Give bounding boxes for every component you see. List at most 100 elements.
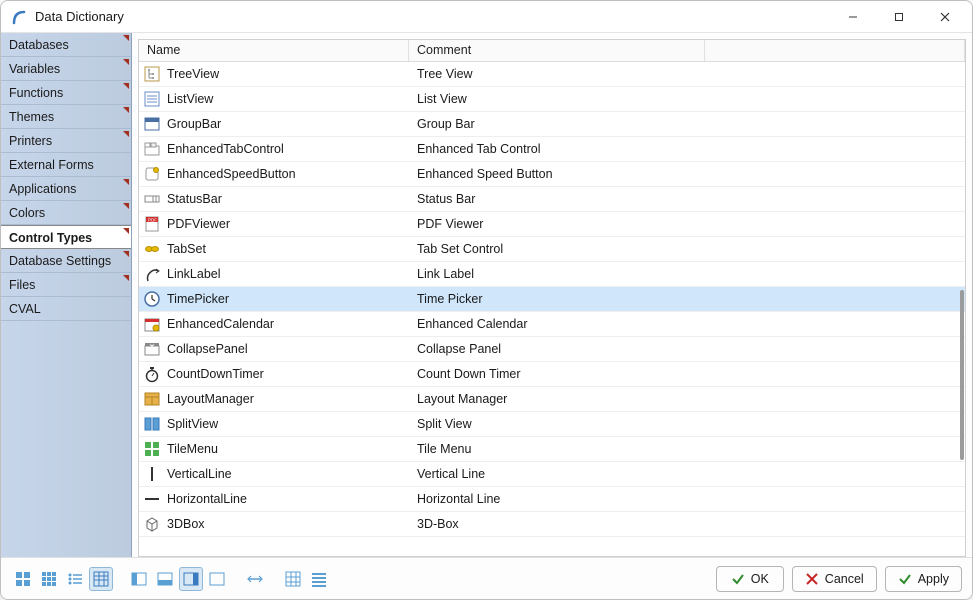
row-comment-label: Tab Set Control bbox=[417, 242, 503, 256]
grid: Name Comment TreeViewTree ViewListViewLi… bbox=[138, 39, 966, 557]
table-row[interactable]: ListView List View bbox=[139, 87, 965, 112]
table-row[interactable]: 3DBox3D-Box bbox=[139, 512, 965, 537]
svg-text:PDF: PDF bbox=[148, 218, 157, 223]
row-name-label: EnhancedTabControl bbox=[167, 142, 284, 156]
sidebar-item-cval[interactable]: CVAL bbox=[1, 297, 131, 321]
sidebar-item-label: Colors bbox=[9, 206, 45, 220]
row-comment-label: Time Picker bbox=[417, 292, 483, 306]
column-header-name[interactable]: Name bbox=[139, 40, 409, 61]
cell-name: ListView bbox=[139, 90, 409, 108]
sidebar-item-label: Files bbox=[9, 278, 35, 292]
expand-marker-icon bbox=[123, 179, 129, 185]
table-row[interactable]: GroupBarGroup Bar bbox=[139, 112, 965, 137]
table-row[interactable]: StatusBar Status Bar bbox=[139, 187, 965, 212]
cell-comment: Vertical Line bbox=[409, 467, 965, 481]
cell-name: StatusBar bbox=[139, 190, 409, 208]
cell-comment: Tab Set Control bbox=[409, 242, 965, 256]
sidebar-item-themes[interactable]: Themes bbox=[1, 105, 131, 129]
cell-comment: 3D-Box bbox=[409, 517, 965, 531]
sidebar-item-external-forms[interactable]: External Forms bbox=[1, 153, 131, 177]
minimize-button[interactable] bbox=[830, 2, 876, 32]
sidebar-item-label: CVAL bbox=[9, 302, 41, 316]
table-row[interactable]: SplitViewSplit View bbox=[139, 412, 965, 437]
maximize-button[interactable] bbox=[876, 2, 922, 32]
panel-left-button[interactable] bbox=[127, 567, 151, 591]
row-name-label: LinkLabel bbox=[167, 267, 221, 281]
row-comment-label: Link Label bbox=[417, 267, 474, 281]
table-row[interactable]: CollapsePanel Collapse Panel bbox=[139, 337, 965, 362]
table-row[interactable]: VerticalLineVertical Line bbox=[139, 462, 965, 487]
table-row[interactable]: LayoutManagerLayout Manager bbox=[139, 387, 965, 412]
rows-toggle-button[interactable] bbox=[307, 567, 331, 591]
column-header-empty[interactable] bbox=[705, 40, 965, 61]
cell-name: TabSet bbox=[139, 240, 409, 258]
view-details-button[interactable] bbox=[89, 567, 113, 591]
row-comment-label: Enhanced Tab Control bbox=[417, 142, 540, 156]
table-row[interactable]: PDFPDFViewerPDF Viewer bbox=[139, 212, 965, 237]
table-row[interactable]: EnhancedSpeedButton Enhanced Speed Button bbox=[139, 162, 965, 187]
ok-button[interactable]: OK bbox=[716, 566, 784, 592]
sidebar-item-applications[interactable]: Applications bbox=[1, 177, 131, 201]
row-comment-label: Split View bbox=[417, 417, 472, 431]
sidebar-item-colors[interactable]: Colors bbox=[1, 201, 131, 225]
sidebar-item-control-types[interactable]: Control Types bbox=[1, 225, 131, 249]
table-row[interactable]: TimePickerTime Picker bbox=[139, 287, 965, 312]
cell-name: PDFPDFViewer bbox=[139, 215, 409, 233]
expand-marker-icon bbox=[123, 228, 129, 234]
check-icon bbox=[898, 572, 912, 586]
row-comment-label: Count Down Timer bbox=[417, 367, 521, 381]
table-row[interactable]: EnhancedCalendarEnhanced Calendar bbox=[139, 312, 965, 337]
panel-bottom-button[interactable] bbox=[153, 567, 177, 591]
cell-comment: Tile Menu bbox=[409, 442, 965, 456]
panel-none-button[interactable] bbox=[205, 567, 229, 591]
cell-name: GroupBar bbox=[139, 115, 409, 133]
expand-marker-icon bbox=[123, 251, 129, 257]
panel-right-button[interactable] bbox=[179, 567, 203, 591]
cell-name: VerticalLine bbox=[139, 465, 409, 483]
row-name-label: EnhancedSpeedButton bbox=[167, 167, 296, 181]
sidebar-item-databases[interactable]: Databases bbox=[1, 33, 131, 57]
box3d-icon bbox=[143, 515, 161, 533]
table-row[interactable]: TileMenuTile Menu bbox=[139, 437, 965, 462]
cancel-button[interactable]: Cancel bbox=[792, 566, 877, 592]
split-icon bbox=[143, 415, 161, 433]
row-comment-label: Enhanced Calendar bbox=[417, 317, 528, 331]
table-row[interactable]: TabSet Tab Set Control bbox=[139, 237, 965, 262]
content-area: DatabasesVariablesFunctionsThemes Printer… bbox=[1, 33, 972, 557]
sidebar-item-variables[interactable]: Variables bbox=[1, 57, 131, 81]
apply-button[interactable]: Apply bbox=[885, 566, 962, 592]
sidebar-item-database-settings[interactable]: Database Settings bbox=[1, 249, 131, 273]
column-header-comment[interactable]: Comment bbox=[409, 40, 705, 61]
sidebar-item-printers[interactable]: Printers bbox=[1, 129, 131, 153]
view-icons-small-button[interactable] bbox=[37, 567, 61, 591]
fit-width-button[interactable] bbox=[243, 567, 267, 591]
list-icon bbox=[143, 90, 161, 108]
view-icons-large-button[interactable] bbox=[11, 567, 35, 591]
table-row[interactable]: CountDownTimerCount Down Timer bbox=[139, 362, 965, 387]
sidebar-item-label: External Forms bbox=[9, 158, 94, 172]
row-comment-label: List View bbox=[417, 92, 467, 106]
sidebar-item-files[interactable]: Files bbox=[1, 273, 131, 297]
close-button[interactable] bbox=[922, 2, 968, 32]
cell-comment: Status Bar bbox=[409, 192, 965, 206]
table-row[interactable]: TreeViewTree View bbox=[139, 62, 965, 87]
row-name-label: StatusBar bbox=[167, 192, 222, 206]
grid-body[interactable]: TreeViewTree View ListView List View GroupB… bbox=[139, 62, 965, 556]
sidebar-item-functions[interactable]: Functions bbox=[1, 81, 131, 105]
grid-toggle-button[interactable] bbox=[281, 567, 305, 591]
row-comment-label: Status Bar bbox=[417, 192, 475, 206]
sidebar-item-label: Printers bbox=[9, 134, 52, 148]
cell-comment: Group Bar bbox=[409, 117, 965, 131]
cell-name: CollapsePanel bbox=[139, 340, 409, 358]
table-row[interactable]: LinkLabel Link Label bbox=[139, 262, 965, 287]
scrollbar-thumb[interactable] bbox=[960, 290, 964, 460]
row-comment-label: Collapse Panel bbox=[417, 342, 501, 356]
ok-button-label: OK bbox=[751, 572, 769, 586]
cell-comment: Enhanced Calendar bbox=[409, 317, 965, 331]
table-row[interactable]: HorizontalLineHorizontal Line bbox=[139, 487, 965, 512]
cell-comment: Enhanced Tab Control bbox=[409, 142, 965, 156]
main-panel: Name Comment TreeViewTree ViewListViewLi… bbox=[132, 33, 972, 557]
table-row[interactable]: EnhancedTabControl Enhanced Tab Control bbox=[139, 137, 965, 162]
view-list-button[interactable] bbox=[63, 567, 87, 591]
cell-comment: Enhanced Speed Button bbox=[409, 167, 965, 181]
